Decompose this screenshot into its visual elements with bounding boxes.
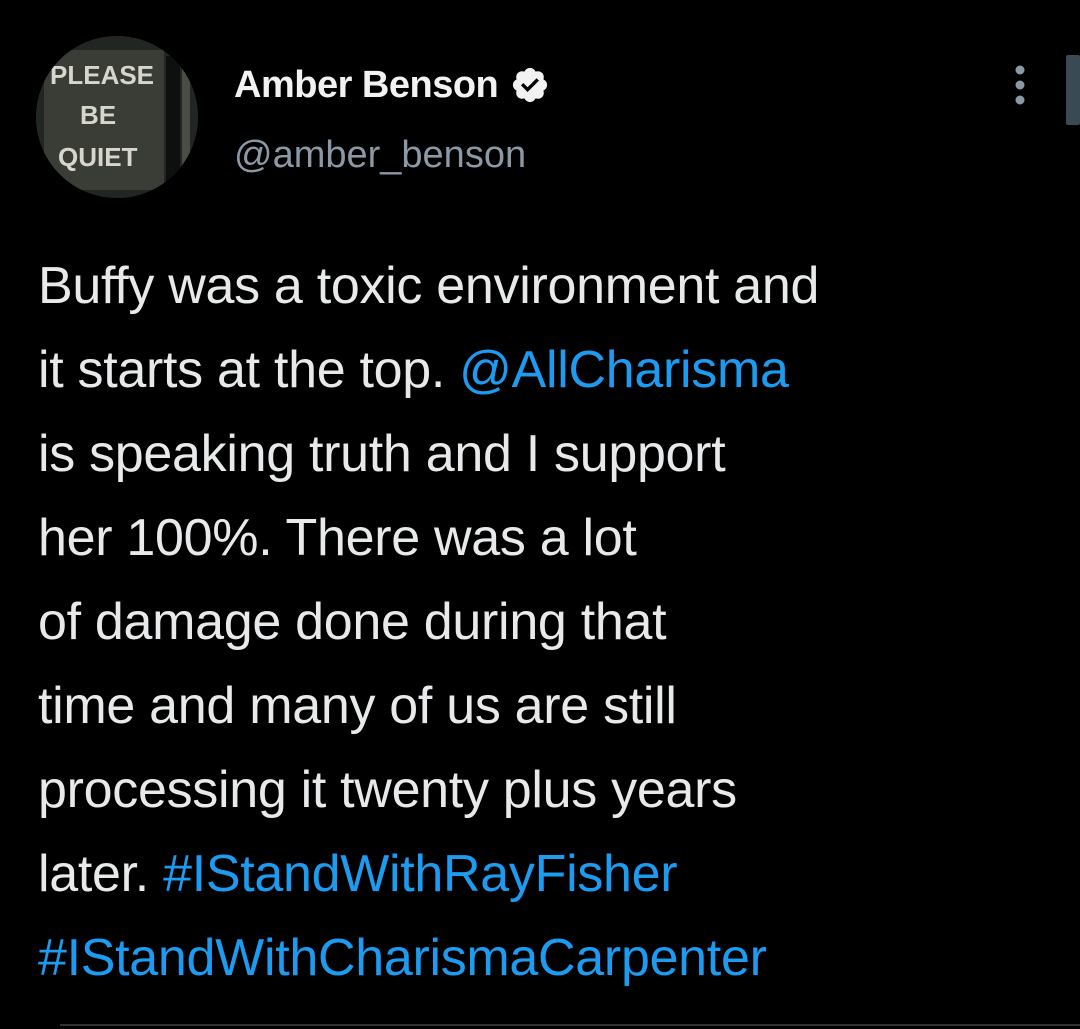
avatar-text-line-3: QUIET — [58, 142, 138, 172]
tweet-line: time and many of us are still — [38, 664, 1058, 748]
hashtag-link[interactable]: #IStandWithCharismaCarpenter — [38, 929, 767, 987]
tweet-text-segment: of damage done during that — [38, 593, 667, 651]
tweet-line: her 100%. There was a lot — [38, 496, 1058, 580]
tweet-text-segment: later. — [38, 845, 164, 903]
avatar-text-line-2: BE — [80, 100, 116, 130]
tweet-text-segment: is speaking truth and I support — [38, 425, 726, 483]
tweet-line: later. #IStandWithRayFisher — [38, 832, 1058, 916]
divider — [60, 1024, 1080, 1026]
tweet-line: Buffy was a toxic environment and — [38, 244, 1058, 328]
tweet-text-segment: Buffy was a toxic environment and — [38, 257, 820, 315]
author-name-row[interactable]: Amber Benson — [234, 60, 550, 110]
author-handle[interactable]: @amber_benson — [234, 134, 526, 177]
author-display-name[interactable]: Amber Benson — [234, 64, 499, 107]
edge-strip — [1066, 55, 1080, 125]
tweet-line: processing it twenty plus years — [38, 748, 1058, 832]
tweet-line: #IStandWithCharismaCarpenter — [38, 916, 1058, 1000]
verified-badge-icon — [510, 65, 550, 105]
tweet-text: Buffy was a toxic environment and it star… — [38, 244, 1058, 1000]
tweet-line: is speaking truth and I support — [38, 412, 1058, 496]
avatar-image: PLEASE BE QUIET — [36, 36, 198, 198]
mention-link[interactable]: @AllCharisma — [459, 341, 789, 399]
tweet-line: it starts at the top. @AllCharisma — [38, 328, 1058, 412]
tweet-text-segment: time and many of us are still — [38, 677, 677, 735]
hashtag-link[interactable]: #IStandWithRayFisher — [163, 845, 678, 903]
avatar-text-line-1: PLEASE — [50, 60, 154, 90]
more-options-button[interactable] — [1004, 60, 1036, 110]
more-vertical-icon — [1015, 65, 1025, 105]
tweet-text-segment: processing it twenty plus years — [38, 761, 737, 819]
tweet-text-segment: her 100%. There was a lot — [38, 509, 637, 567]
avatar[interactable]: PLEASE BE QUIET — [36, 36, 198, 198]
tweet-text-segment: it starts at the top. — [38, 341, 460, 399]
tweet-line: of damage done during that — [38, 580, 1058, 664]
